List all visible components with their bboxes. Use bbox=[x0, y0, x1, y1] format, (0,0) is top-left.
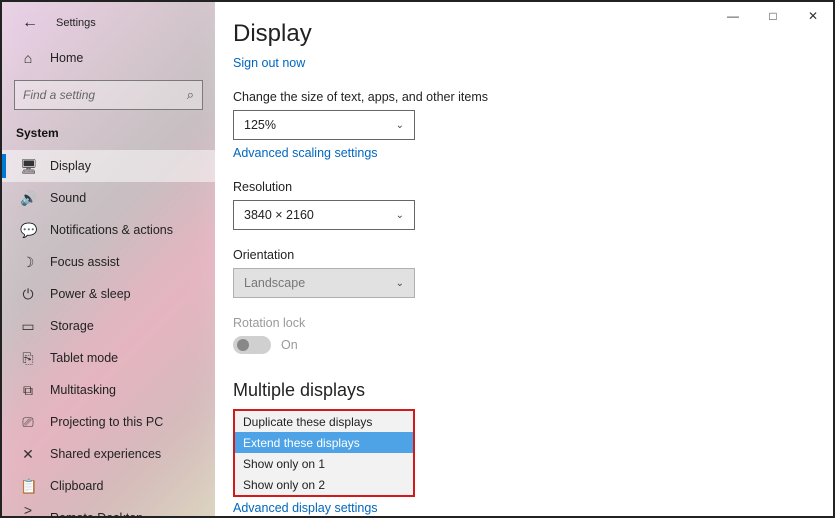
sidebar-item-projecting-to-this-pc[interactable]: ⎚ Projecting to this PC bbox=[2, 406, 215, 438]
rotation-label: Rotation lock bbox=[233, 316, 833, 330]
sidebar-item-label: Clipboard bbox=[50, 479, 104, 493]
section-label: System bbox=[2, 122, 215, 150]
search-field[interactable] bbox=[23, 88, 187, 102]
sidebar-item-display[interactable]: 🖥 Display bbox=[2, 150, 215, 182]
sidebar-item-label: Shared experiences bbox=[50, 447, 161, 461]
scale-select[interactable]: 125% ⌄ bbox=[233, 110, 415, 140]
resolution-value: 3840 × 2160 bbox=[244, 208, 314, 222]
multi-option[interactable]: Extend these displays bbox=[235, 432, 413, 453]
multitasking-icon: ⧉ bbox=[20, 382, 36, 399]
focus-assist-icon: ☽ bbox=[20, 254, 36, 271]
multi-option[interactable]: Duplicate these displays bbox=[235, 411, 413, 432]
sidebar-item-multitasking[interactable]: ⧉ Multitasking bbox=[2, 374, 215, 406]
sign-out-link[interactable]: Sign out now bbox=[233, 56, 305, 70]
sidebar-item-label: Display bbox=[50, 159, 91, 173]
multi-option[interactable]: Show only on 2 bbox=[235, 474, 413, 495]
app-title: Settings bbox=[56, 17, 96, 29]
sidebar-item-storage[interactable]: ▭ Storage bbox=[2, 310, 215, 342]
clipboard-icon: 📋 bbox=[20, 478, 36, 495]
sidebar-item-label: Storage bbox=[50, 319, 94, 333]
remote-desktop-icon: >< bbox=[20, 502, 36, 516]
sidebar-item-label: Power & sleep bbox=[50, 287, 131, 301]
close-button[interactable]: ✕ bbox=[793, 2, 833, 30]
chevron-down-icon: ⌄ bbox=[396, 120, 404, 131]
minimize-button[interactable]: — bbox=[713, 2, 753, 30]
sidebar-item-label: Projecting to this PC bbox=[50, 415, 163, 429]
sidebar-item-label: Notifications & actions bbox=[50, 223, 173, 237]
sidebar-item-notifications-actions[interactable]: 💬 Notifications & actions bbox=[2, 214, 215, 246]
tablet-mode-icon: ⎘ bbox=[20, 350, 36, 367]
sidebar-item-remote-desktop[interactable]: >< Remote Desktop bbox=[2, 502, 215, 516]
multiple-displays-dropdown[interactable]: Duplicate these displaysExtend these dis… bbox=[233, 409, 415, 497]
projecting-to-this-pc-icon: ⎚ bbox=[20, 414, 36, 431]
chevron-down-icon: ⌄ bbox=[396, 278, 404, 289]
multi-option[interactable]: Show only on 1 bbox=[235, 453, 413, 474]
shared-experiences-icon: ✕ bbox=[20, 446, 36, 463]
sidebar-item-label: Focus assist bbox=[50, 255, 119, 269]
rotation-state: On bbox=[281, 338, 298, 352]
search-input[interactable]: ⌕ bbox=[14, 80, 203, 110]
sidebar-item-label: Multitasking bbox=[50, 383, 116, 397]
sidebar-item-label: Sound bbox=[50, 191, 86, 205]
sidebar-item-shared-experiences[interactable]: ✕ Shared experiences bbox=[2, 438, 215, 470]
resolution-label: Resolution bbox=[233, 180, 833, 194]
maximize-button[interactable]: □ bbox=[753, 2, 793, 30]
sidebar: ← Settings ⌂ Home ⌕ System 🖥 Display 🔊 Soun… bbox=[2, 2, 215, 516]
sidebar-item-clipboard[interactable]: 📋 Clipboard bbox=[2, 470, 215, 502]
scale-value: 125% bbox=[244, 118, 276, 132]
home-label: Home bbox=[50, 51, 83, 65]
orientation-value: Landscape bbox=[244, 276, 305, 290]
home-button[interactable]: ⌂ Home bbox=[2, 42, 215, 74]
sidebar-item-sound[interactable]: 🔊 Sound bbox=[2, 182, 215, 214]
sound-icon: 🔊 bbox=[20, 190, 36, 207]
display-icon: 🖥 bbox=[20, 158, 36, 175]
power-sleep-icon: ⏻ bbox=[20, 286, 36, 303]
orientation-select: Landscape ⌄ bbox=[233, 268, 415, 298]
sidebar-item-tablet-mode[interactable]: ⎘ Tablet mode bbox=[2, 342, 215, 374]
orientation-label: Orientation bbox=[233, 248, 833, 262]
multiple-displays-header: Multiple displays bbox=[233, 380, 833, 401]
advanced-display-link[interactable]: Advanced display settings bbox=[233, 501, 378, 515]
chevron-down-icon: ⌄ bbox=[396, 210, 404, 221]
back-button[interactable]: ← bbox=[22, 14, 38, 32]
rotation-toggle bbox=[233, 336, 271, 354]
sidebar-item-focus-assist[interactable]: ☽ Focus assist bbox=[2, 246, 215, 278]
home-icon: ⌂ bbox=[20, 50, 36, 66]
advanced-scaling-link[interactable]: Advanced scaling settings bbox=[233, 146, 378, 160]
sidebar-item-label: Tablet mode bbox=[50, 351, 118, 365]
scale-label: Change the size of text, apps, and other… bbox=[233, 90, 833, 104]
storage-icon: ▭ bbox=[20, 318, 36, 335]
resolution-select[interactable]: 3840 × 2160 ⌄ bbox=[233, 200, 415, 230]
search-icon: ⌕ bbox=[187, 87, 194, 103]
main-content: Display Sign out now Change the size of … bbox=[215, 2, 833, 516]
sidebar-item-power-sleep[interactable]: ⏻ Power & sleep bbox=[2, 278, 215, 310]
sidebar-item-label: Remote Desktop bbox=[50, 511, 143, 516]
notifications-actions-icon: 💬 bbox=[20, 222, 36, 239]
